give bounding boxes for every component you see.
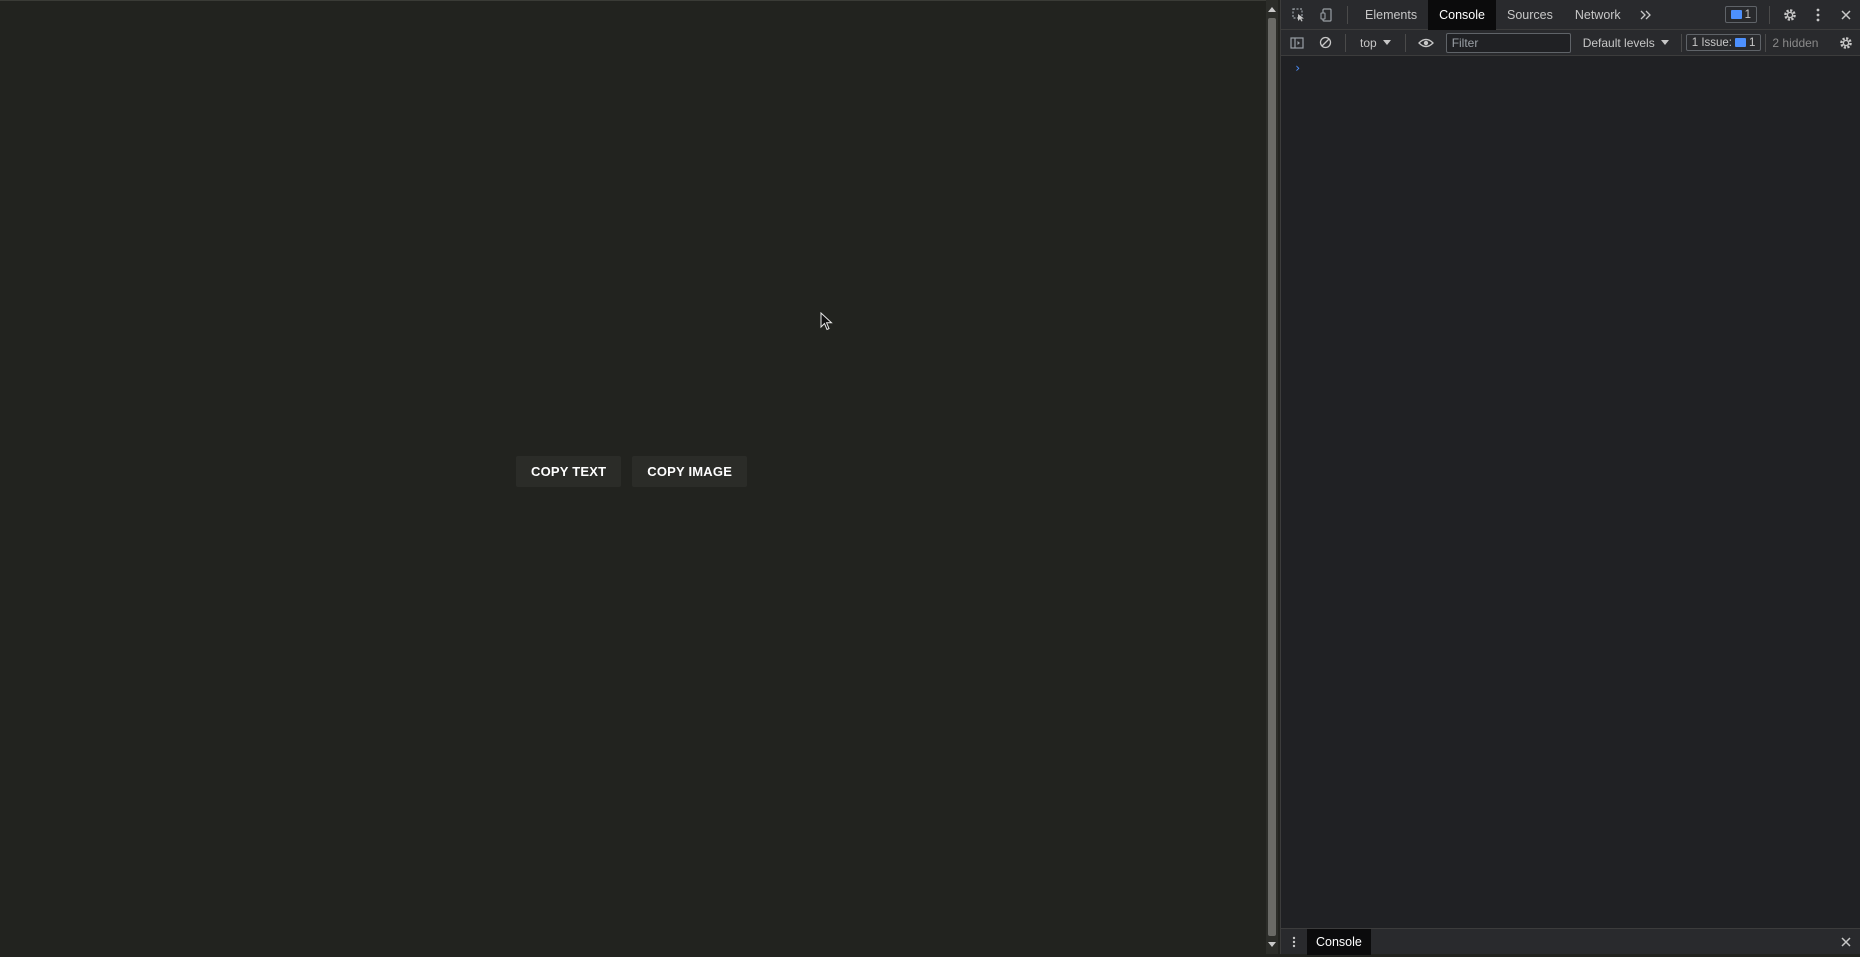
context-selector[interactable]: top	[1352, 36, 1399, 50]
log-levels-label: Default levels	[1582, 35, 1655, 50]
issues-count: 1	[1749, 36, 1756, 49]
toolbar-divider	[1347, 5, 1348, 24]
inspect-element-icon[interactable]	[1285, 0, 1313, 30]
copy-image-button[interactable]: COPY IMAGE	[632, 456, 748, 487]
scroll-up-arrow-icon[interactable]	[1268, 7, 1276, 12]
tab-elements[interactable]: Elements	[1354, 0, 1428, 30]
drawer-menu-kebab-icon[interactable]	[1281, 927, 1307, 957]
live-expression-eye-icon[interactable]	[1412, 28, 1440, 58]
drawer-tab-console[interactable]: Console	[1307, 928, 1371, 955]
toolbar-divider	[1769, 5, 1770, 24]
show-sidebar-icon[interactable]	[1283, 28, 1311, 58]
drawer-bar: Console	[1281, 927, 1860, 957]
context-label: top	[1360, 35, 1377, 50]
page-viewport: COPY TEXT COPY IMAGE	[0, 0, 1266, 954]
filter-input[interactable]	[1445, 32, 1571, 53]
copy-text-button[interactable]: COPY TEXT	[516, 456, 622, 487]
scrollbar-thumb[interactable]	[1268, 18, 1276, 936]
console-prompt-chevron-icon: ›	[1294, 61, 1302, 75]
more-tabs-chevron-icon[interactable]	[1632, 0, 1660, 30]
settings-gear-icon[interactable]	[1776, 0, 1804, 30]
console-toolbar: top Default levels 1 Issue: 1 2 hidden	[1281, 30, 1860, 56]
tab-sources[interactable]: Sources	[1496, 0, 1564, 30]
device-toolbar-icon[interactable]	[1313, 0, 1341, 30]
close-drawer-icon[interactable]	[1832, 927, 1860, 957]
button-row: COPY TEXT COPY IMAGE	[516, 456, 748, 487]
dropdown-caret-icon	[1660, 40, 1669, 45]
hidden-messages-count: 2 hidden	[1772, 35, 1819, 50]
toolbar-divider	[1680, 33, 1682, 52]
messages-count: 1	[1744, 8, 1751, 21]
issue-icon	[1735, 38, 1747, 47]
scroll-down-arrow-icon[interactable]	[1268, 942, 1276, 947]
mouse-cursor-icon	[820, 312, 833, 331]
more-options-kebab-icon[interactable]	[1804, 0, 1832, 30]
tab-network[interactable]: Network	[1564, 0, 1632, 30]
tab-console[interactable]: Console	[1428, 0, 1496, 30]
dropdown-caret-icon	[1382, 40, 1391, 45]
clear-console-icon[interactable]	[1311, 28, 1339, 58]
devtools-panel: Elements Console Sources Network 1 top F…	[1280, 0, 1860, 957]
message-icon	[1730, 10, 1742, 19]
toolbar-divider	[1404, 33, 1406, 52]
toolbar-divider	[1765, 33, 1767, 52]
issues-badge[interactable]: 1 Issue: 1	[1685, 34, 1762, 51]
toolbar-divider	[1345, 33, 1346, 52]
page-scrollbar[interactable]	[1266, 0, 1278, 954]
log-levels-dropdown[interactable]: Default levels	[1575, 36, 1677, 50]
devtools-tabbar: Elements Console Sources Network 1	[1281, 0, 1860, 30]
console-output[interactable]: ›	[1281, 57, 1860, 928]
console-settings-gear-icon[interactable]	[1832, 28, 1860, 58]
messages-badge[interactable]: 1	[1724, 6, 1757, 23]
issues-label: 1 Issue:	[1691, 36, 1733, 49]
close-devtools-icon[interactable]	[1832, 0, 1860, 30]
